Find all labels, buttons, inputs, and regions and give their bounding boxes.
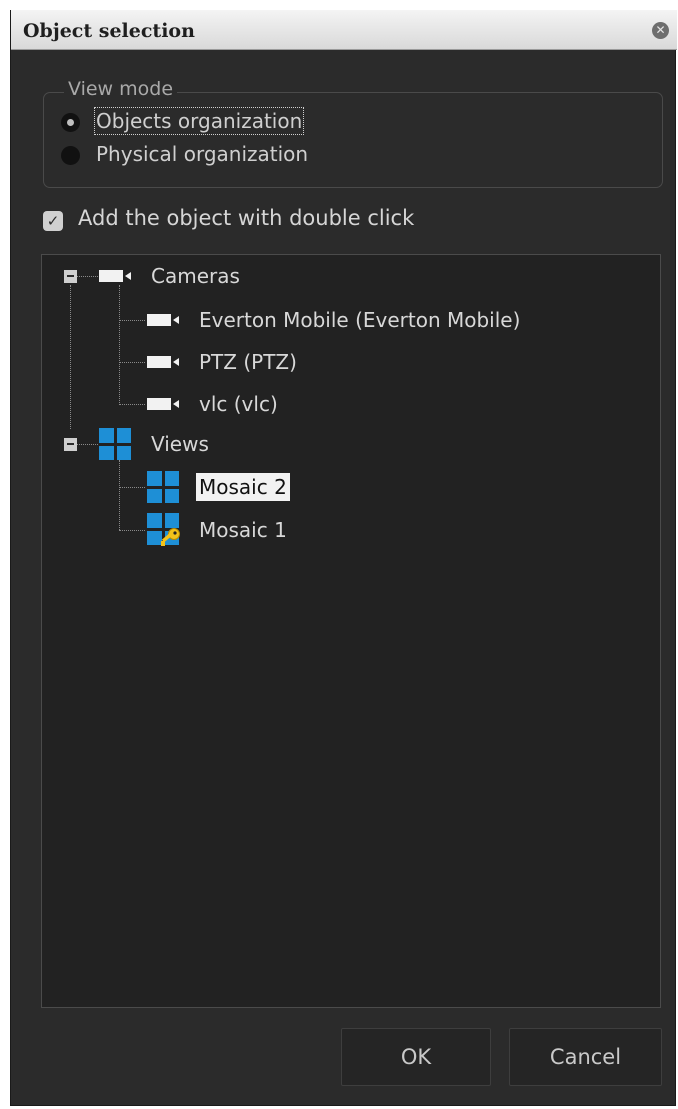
radio-button-checked[interactable] <box>61 113 80 132</box>
radio-label: Objects organization <box>93 107 305 135</box>
tree-connector <box>119 404 145 405</box>
tree-connector <box>119 320 145 321</box>
ok-button[interactable]: OK <box>341 1028 491 1086</box>
tree-node-view-selected[interactable]: Mosaic 2 <box>196 473 290 501</box>
camera-icon <box>147 356 179 368</box>
mosaic-icon <box>99 428 131 460</box>
camera-icon <box>99 270 131 282</box>
tree-connector <box>119 487 145 488</box>
view-mode-group: View mode <box>43 78 663 188</box>
key-icon <box>161 528 180 546</box>
tree-node-view[interactable]: Mosaic 1 <box>199 516 287 544</box>
checkbox-checked[interactable]: ✓ <box>43 211 63 231</box>
tree-connector <box>119 362 145 363</box>
collapse-icon[interactable] <box>64 270 77 283</box>
camera-icon <box>147 398 179 410</box>
cancel-button[interactable]: Cancel <box>509 1028 662 1086</box>
tree-node-cameras[interactable]: Cameras <box>151 262 240 290</box>
close-icon[interactable]: ✕ <box>652 22 669 39</box>
tree-connector <box>76 276 98 277</box>
tree-node-camera[interactable]: vlc (vlc) <box>199 390 278 418</box>
radio-button[interactable] <box>61 146 80 165</box>
checkbox-label: Add the object with double click <box>78 206 415 230</box>
tree-connector <box>119 460 120 530</box>
view-mode-legend: View mode <box>64 78 178 100</box>
object-tree[interactable]: Cameras Everton Mobile (Everton Mobile) … <box>41 254 661 1008</box>
title-bar[interactable]: Object selection ✕ <box>11 10 677 50</box>
mosaic-icon <box>147 471 179 503</box>
mosaic-key-icon <box>147 513 180 546</box>
tree-node-camera[interactable]: Everton Mobile (Everton Mobile) <box>199 306 520 334</box>
collapse-icon[interactable] <box>64 438 77 451</box>
object-selection-dialog: Object selection ✕ View mode Objects org… <box>10 10 677 1106</box>
tree-connector <box>119 530 145 531</box>
tree-node-views[interactable]: Views <box>151 430 209 458</box>
radio-label: Physical organization <box>96 142 309 166</box>
tree-connector <box>119 285 120 405</box>
tree-node-camera[interactable]: PTZ (PTZ) <box>199 348 297 376</box>
tree-connector <box>76 444 98 445</box>
dialog-title: Object selection <box>23 20 195 42</box>
camera-icon <box>147 314 179 326</box>
tree-connector <box>70 285 71 429</box>
